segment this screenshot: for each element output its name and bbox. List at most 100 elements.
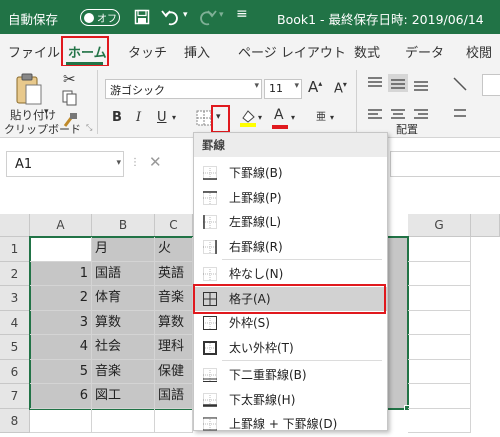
column-header[interactable]: G <box>408 214 471 237</box>
borders-icon[interactable] <box>196 110 212 126</box>
cell[interactable]: 2 <box>30 286 92 311</box>
column-header[interactable]: A <box>30 214 92 237</box>
number-format-select[interactable] <box>482 74 500 96</box>
cell[interactable]: 3 <box>30 310 92 335</box>
cell[interactable] <box>408 286 471 311</box>
cell[interactable] <box>408 408 471 433</box>
font-size-value: 11 <box>269 82 283 95</box>
tab-insert[interactable]: 挿入 <box>184 42 210 61</box>
border-menu-item-label: 右罫線(R) <box>229 239 283 254</box>
tab-page-layout[interactable]: ページ レイアウト <box>238 42 346 61</box>
border-menu-item[interactable]: 左罫線(L) <box>194 210 387 235</box>
border-menu-item[interactable]: 下太罫線(H) <box>194 388 387 413</box>
border-menu-item[interactable]: 下二重罫線(B) <box>194 363 387 388</box>
row-header[interactable]: 3 <box>0 286 30 311</box>
cell[interactable]: 1 <box>30 261 92 286</box>
border-menu-item[interactable]: 右罫線(R) <box>194 235 387 260</box>
border-menu-item[interactable]: 上罫線(P) <box>194 186 387 211</box>
chevron-down-icon: ▾ <box>116 158 121 168</box>
border-menu-item[interactable]: 上罫線 + 下罫線(D) <box>194 412 387 437</box>
cell[interactable] <box>408 237 471 262</box>
cell[interactable]: 国語 <box>155 384 193 409</box>
border-menu-item[interactable]: 太い外枠(T) <box>194 336 387 361</box>
save-icon[interactable] <box>134 9 150 25</box>
cell[interactable]: 算数 <box>155 310 193 335</box>
formula-input[interactable] <box>390 151 500 177</box>
cancel-icon[interactable]: ✕ <box>149 153 162 171</box>
italic-button[interactable]: I <box>136 110 141 125</box>
cell[interactable]: 月 <box>92 237 155 262</box>
group-divider <box>97 70 98 134</box>
font-color-icon[interactable]: A <box>274 107 284 123</box>
autosave-toggle[interactable]: オフ <box>80 9 120 26</box>
border-menu-item[interactable]: 下罫線(B) <box>194 161 387 186</box>
tab-data[interactable]: データ <box>405 42 444 61</box>
tab-touch[interactable]: タッチ <box>128 42 167 61</box>
top-and-bottom-border-icon <box>203 417 217 431</box>
cell[interactable] <box>408 384 471 409</box>
cell[interactable]: 5 <box>30 359 92 384</box>
row-header[interactable]: 6 <box>0 359 30 384</box>
column-header[interactable]: B <box>92 214 155 237</box>
cell[interactable] <box>155 408 193 433</box>
cell[interactable]: 保健 <box>155 359 193 384</box>
undo-dropdown-icon[interactable]: ▾ <box>183 10 188 20</box>
column-header[interactable]: C <box>155 214 193 237</box>
tab-file[interactable]: ファイル <box>8 42 60 61</box>
borders-dropdown-icon[interactable]: ▾ <box>216 112 221 122</box>
cell[interactable]: 算数 <box>92 310 155 335</box>
font-color-dropdown-icon[interactable]: ▾ <box>291 113 295 122</box>
underline-button[interactable]: U <box>157 110 167 125</box>
row-header[interactable]: 1 <box>0 237 30 262</box>
row-header[interactable]: 4 <box>0 310 30 335</box>
copy-icon[interactable] <box>62 90 78 106</box>
cell[interactable]: 音楽 <box>155 286 193 311</box>
cut-icon[interactable]: ✂ <box>63 70 76 88</box>
cell[interactable]: 国語 <box>92 261 155 286</box>
cell[interactable] <box>92 408 155 433</box>
tab-review[interactable]: 校閲 <box>466 42 492 61</box>
fill-color-dropdown-icon[interactable]: ▾ <box>258 113 262 122</box>
cell[interactable]: 4 <box>30 335 92 360</box>
borders-menu: 罫線 下罫線(B) 上罫線(P) 左罫線(L) 右罫線(R) 枠なし(N) 格子(A) 外枠… <box>193 132 388 431</box>
cell[interactable] <box>30 237 92 262</box>
bold-button[interactable]: B <box>112 110 122 125</box>
row-header[interactable]: 2 <box>0 261 30 286</box>
border-menu-item[interactable]: 外枠(S) <box>194 311 387 336</box>
font-name-select[interactable]: 游ゴシック ▾ <box>105 79 262 99</box>
cell[interactable]: 英語 <box>155 261 193 286</box>
column-header[interactable] <box>471 214 500 237</box>
cell[interactable] <box>408 310 471 335</box>
row-header[interactable]: 8 <box>0 408 30 433</box>
font-size-select[interactable]: 11 ▾ <box>264 79 302 99</box>
cell[interactable]: 社会 <box>92 335 155 360</box>
cell[interactable]: 6 <box>30 384 92 409</box>
cell[interactable]: 火 <box>155 237 193 262</box>
clipboard-launcher-icon[interactable]: ⤡ <box>86 123 92 133</box>
phonetic-icon[interactable]: 亜 <box>316 108 326 123</box>
name-box[interactable]: A1 ▾ <box>6 151 124 177</box>
cell[interactable] <box>408 359 471 384</box>
decrease-font-icon[interactable]: A▾ <box>334 80 347 96</box>
thick-outside-borders-icon <box>203 340 217 355</box>
undo-icon[interactable] <box>160 7 182 27</box>
cell[interactable] <box>30 408 92 433</box>
cell[interactable] <box>408 261 471 286</box>
cell[interactable]: 体育 <box>92 286 155 311</box>
row-header[interactable]: 7 <box>0 384 30 409</box>
cell[interactable] <box>408 335 471 360</box>
paste-dropdown-icon[interactable]: ▾ <box>44 107 49 117</box>
fill-color-icon[interactable] <box>239 108 257 128</box>
row-header[interactable]: 5 <box>0 335 30 360</box>
tab-formulas[interactable]: 数式 <box>354 42 380 61</box>
alignment-icons[interactable] <box>366 74 486 126</box>
cell[interactable]: 図工 <box>92 384 155 409</box>
cell[interactable]: 理科 <box>155 335 193 360</box>
underline-dropdown-icon[interactable]: ▾ <box>172 113 176 122</box>
increase-font-icon[interactable]: A▴ <box>308 78 322 96</box>
cell[interactable]: 音楽 <box>92 359 155 384</box>
customize-qat-icon[interactable]: ≡ <box>236 6 248 22</box>
paste-icon[interactable] <box>14 72 44 106</box>
select-all-corner[interactable] <box>0 214 30 237</box>
phonetic-dropdown-icon[interactable]: ▾ <box>330 113 334 122</box>
